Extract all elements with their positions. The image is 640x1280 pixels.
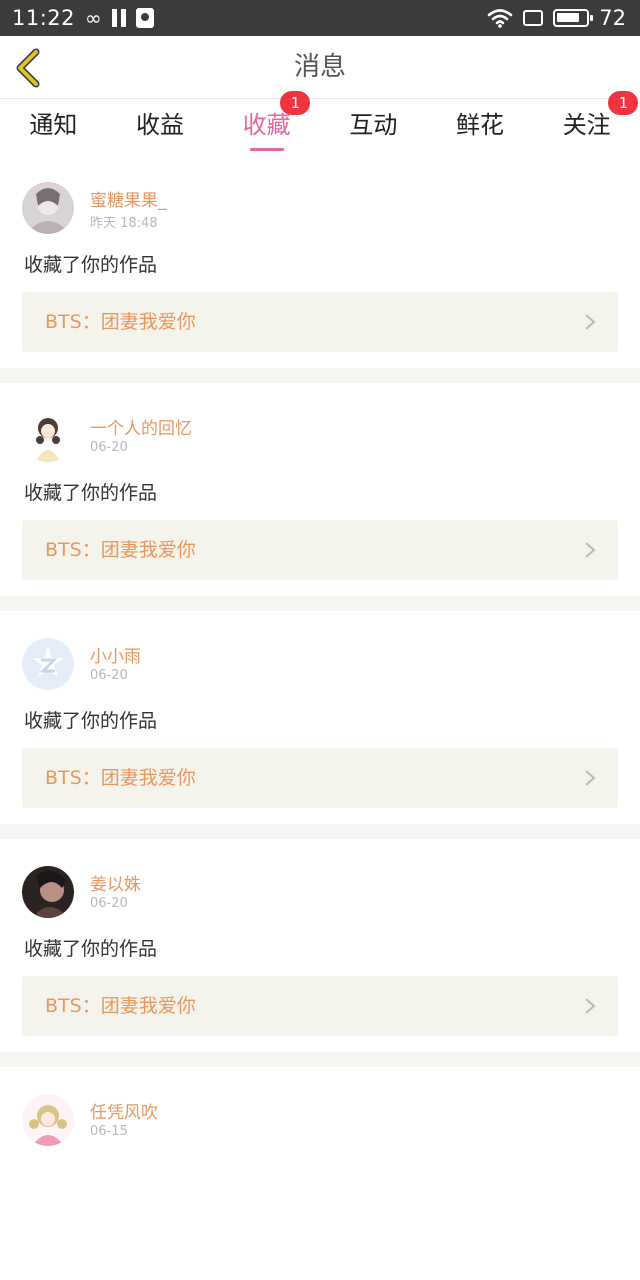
work-link[interactable]: BTS：团妻我爱你 [22, 976, 618, 1036]
tab-favorites[interactable]: 收藏 1 [213, 91, 320, 155]
tab-label: 收益 [136, 111, 184, 139]
message-list: 蜜糖果果_ 昨天 18:48 收藏了你的作品 BTS：团妻我爱你 一个人的回忆 … [0, 155, 640, 1280]
avatar[interactable] [22, 638, 74, 690]
avatar[interactable] [22, 410, 74, 462]
user-name[interactable]: 蜜糖果果_ [90, 186, 167, 211]
photo-avatar-icon [22, 182, 74, 234]
action-text: 收藏了你的作品 [24, 482, 158, 504]
dark-photo-avatar-icon [22, 866, 74, 918]
avatar[interactable] [22, 866, 74, 918]
infinity-icon: ∞ [85, 6, 102, 30]
tab-label: 鲜花 [456, 111, 505, 139]
work-title: BTS：团妻我爱你 [45, 311, 196, 333]
message-tabs: 通知 收益 收藏 1 互动 鲜花 关注 1 [0, 91, 640, 155]
page-title: 消息 [293, 52, 346, 82]
chevron-right-icon [585, 314, 596, 330]
action-text: 收藏了你的作品 [24, 254, 158, 276]
notification-bag-icon [135, 8, 154, 28]
work-title: BTS：团妻我爱你 [45, 767, 196, 789]
tab-flowers[interactable]: 鲜花 [427, 99, 534, 155]
divider [0, 824, 640, 839]
post-time: 06-20 [90, 440, 128, 455]
divider [0, 368, 640, 383]
post-time: 06-20 [90, 668, 128, 683]
battery-level: 72 [599, 6, 626, 30]
post-time: 06-20 [90, 896, 128, 911]
work-title: BTS：团妻我爱你 [45, 995, 196, 1017]
post-time: 06-15 [90, 1124, 128, 1139]
tab-follows[interactable]: 关注 1 [533, 91, 640, 155]
work-title: BTS：团妻我爱你 [45, 539, 196, 561]
battery-icon [553, 9, 594, 27]
screen-icon [523, 10, 544, 26]
work-link[interactable]: BTS：团妻我爱你 [22, 520, 618, 580]
user-name[interactable]: 小小雨 [90, 642, 141, 667]
tab-label: 互动 [349, 111, 398, 139]
user-name[interactable]: 一个人的回忆 [90, 414, 192, 439]
post-time: 昨天 18:48 [90, 216, 158, 231]
status-time: 11:22 [12, 6, 76, 30]
list-item: 蜜糖果果_ 昨天 18:48 收藏了你的作品 BTS：团妻我爱你 [0, 155, 640, 368]
chevron-right-icon [585, 770, 596, 786]
user-name[interactable]: 姜以姝 [90, 870, 141, 895]
wifi-icon [487, 9, 513, 28]
list-item: 一个人的回忆 06-20 收藏了你的作品 BTS：团妻我爱你 [0, 383, 640, 596]
tab-earnings[interactable]: 收益 [107, 99, 214, 155]
work-link[interactable]: BTS：团妻我爱你 [22, 292, 618, 352]
tab-label: 通知 [29, 111, 78, 139]
active-tab-indicator [249, 148, 284, 151]
unread-badge: 1 [608, 91, 639, 115]
anime-girl-avatar-icon [22, 410, 74, 462]
status-bar: 11:22 ∞ 72 [0, 0, 640, 36]
unread-badge: 1 [280, 91, 311, 115]
chevron-right-icon [585, 542, 596, 558]
avatar[interactable] [22, 182, 74, 234]
list-item: 任凭风吹 06-15 [0, 1067, 640, 1280]
back-button[interactable] [12, 48, 48, 88]
chevron-left-icon [16, 48, 40, 88]
list-item: 小小雨 06-20 收藏了你的作品 BTS：团妻我爱你 [0, 611, 640, 824]
chevron-right-icon [585, 998, 596, 1014]
divider [0, 1052, 640, 1067]
pink-anime-avatar-icon [22, 1094, 74, 1146]
pause-icon [111, 9, 126, 27]
tab-notifications[interactable]: 通知 [0, 99, 107, 155]
tab-label: 关注 [562, 111, 611, 139]
list-item: 姜以姝 06-20 收藏了你的作品 BTS：团妻我爱你 [0, 839, 640, 1052]
action-text: 收藏了你的作品 [24, 710, 158, 732]
work-link[interactable]: BTS：团妻我爱你 [22, 748, 618, 808]
divider [0, 596, 640, 611]
action-text: 收藏了你的作品 [24, 938, 158, 960]
user-name[interactable]: 任凭风吹 [90, 1098, 158, 1123]
nav-bar: 消息 [0, 36, 640, 99]
avatar[interactable] [22, 1094, 74, 1146]
qzone-avatar-icon [22, 638, 74, 690]
tab-interactions[interactable]: 互动 [320, 99, 427, 155]
